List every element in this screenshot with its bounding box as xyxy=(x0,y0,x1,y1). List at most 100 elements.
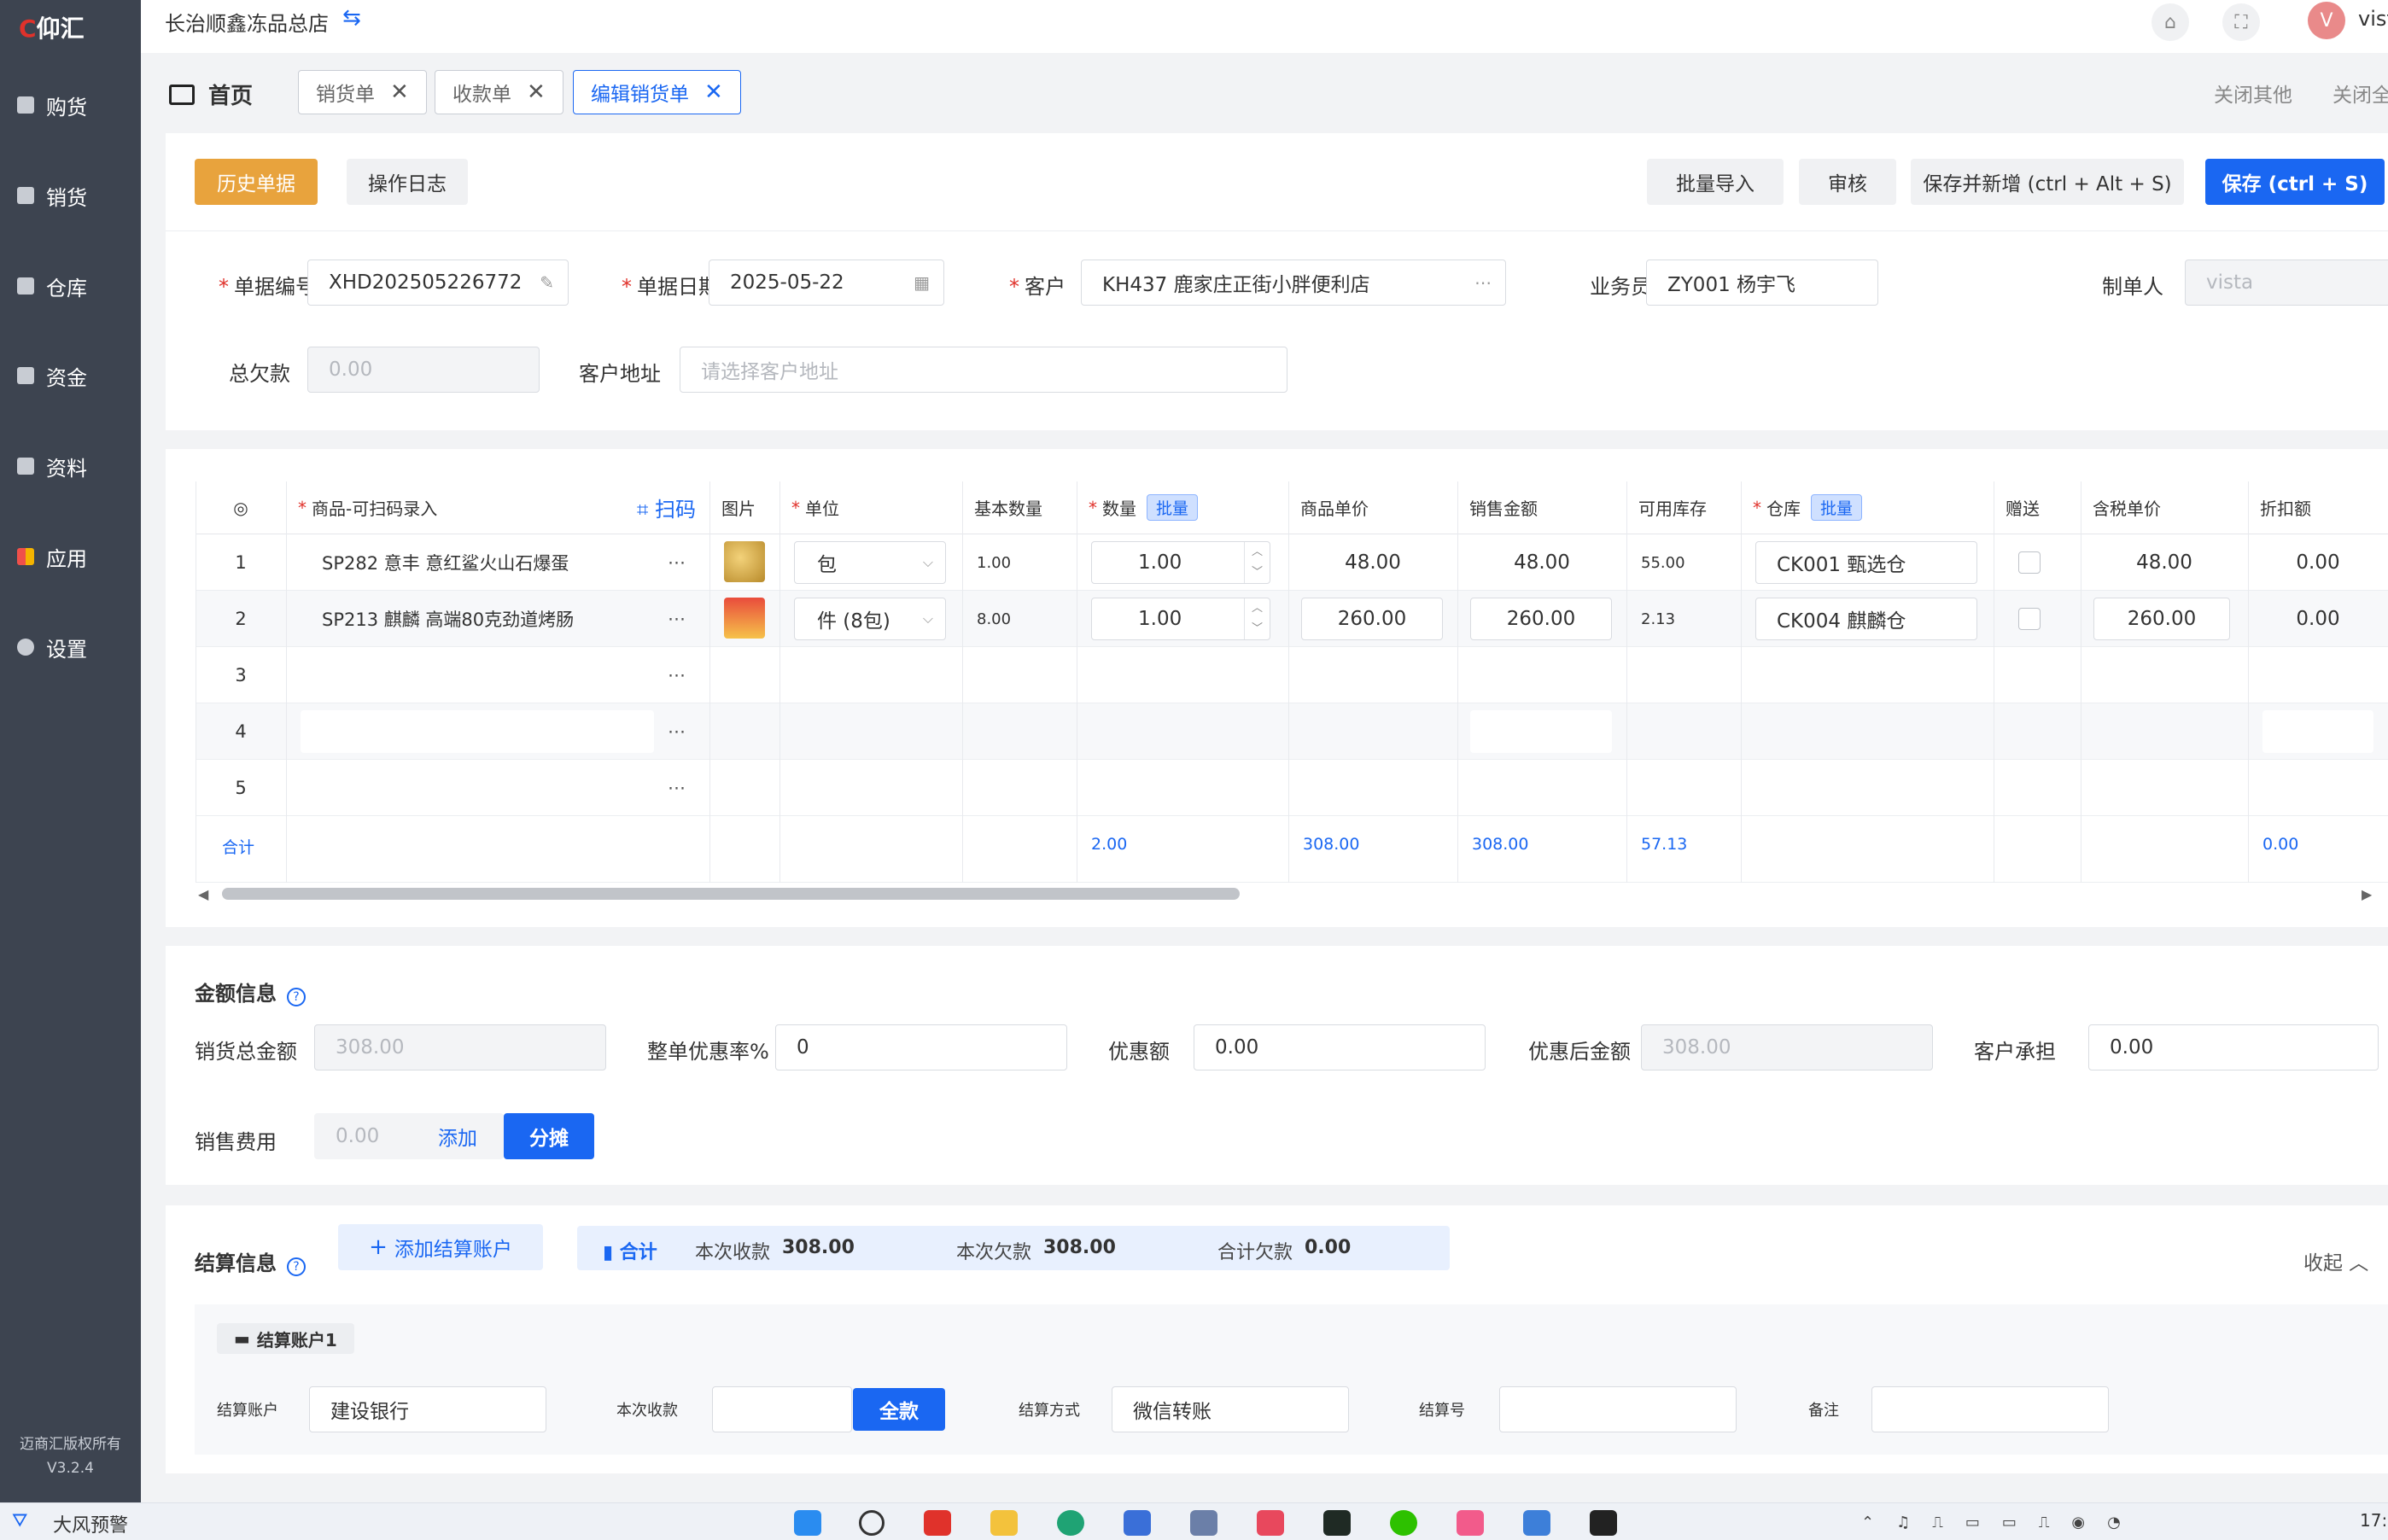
edit-icon[interactable]: ✎ xyxy=(540,272,554,293)
stepper-arrows-icon[interactable]: ︿ ﹀ xyxy=(1244,598,1270,639)
sidebar-item-apps[interactable]: 应用 xyxy=(0,531,141,582)
app-icon[interactable] xyxy=(1257,1510,1284,1536)
settle-no-input[interactable] xyxy=(1499,1386,1737,1432)
sidebar-item-funds[interactable]: 资金 xyxy=(0,350,141,401)
product-cell[interactable]: SP213 麒麟 高端80克劲道烤肠 xyxy=(322,591,574,647)
sidebar-item-data[interactable]: 资料 xyxy=(0,440,141,492)
discount-input[interactable] xyxy=(2262,710,2373,753)
tax-price-cell[interactable]: 48.00 xyxy=(2081,534,2248,591)
app-taskbar-icon[interactable] xyxy=(924,1510,951,1536)
unit-price-input[interactable]: 260.00 xyxy=(1301,598,1443,640)
save-and-new-button[interactable]: 保存并新增 (ctrl + Alt + S) xyxy=(1911,159,2184,205)
user-name[interactable]: vista xyxy=(2358,7,2388,31)
remark-input[interactable] xyxy=(1871,1386,2109,1432)
avatar[interactable]: V xyxy=(2308,2,2345,39)
close-icon[interactable]: ✕ xyxy=(704,79,723,105)
gift-checkbox[interactable] xyxy=(2018,608,2041,630)
folder-icon[interactable] xyxy=(990,1510,1018,1536)
unit-price-cell[interactable]: 48.00 xyxy=(1288,534,1457,591)
full-amount-button[interactable]: 全款 xyxy=(853,1388,945,1431)
app-icon[interactable] xyxy=(1323,1510,1351,1536)
gift-checkbox[interactable] xyxy=(2018,551,2041,574)
system-tray[interactable]: ⌃♫⎍▭▭⎍◉◔ xyxy=(1861,1514,2203,1532)
salesman-field[interactable]: ZY001 杨宇飞 xyxy=(1646,260,1878,306)
weather-alert[interactable]: 大风预警 xyxy=(53,1510,128,1537)
close-others-link[interactable]: 关闭其他 xyxy=(2214,79,2292,108)
amount-input[interactable] xyxy=(1470,710,1612,753)
close-all-link[interactable]: 关闭全 xyxy=(2333,79,2388,108)
qty-stepper[interactable]: 1.00 ︿ ﹀ xyxy=(1091,541,1270,584)
tab-edit-sales-order[interactable]: 编辑销货单 ✕ xyxy=(573,70,741,114)
amount-cell[interactable]: 48.00 xyxy=(1457,534,1626,591)
split-button[interactable]: 分摊 xyxy=(504,1113,594,1159)
start-icon[interactable] xyxy=(794,1510,821,1536)
customer-field[interactable]: KH437 鹿家庄正街小胖便利店 ⋯ xyxy=(1081,260,1506,306)
sidebar-item-sales[interactable]: 销货 xyxy=(0,170,141,221)
product-cell[interactable]: SP282 意丰 意红鲨火山石爆蛋 xyxy=(322,534,569,591)
batch-warehouse-button[interactable]: 批量 xyxy=(1811,494,1863,521)
search-icon[interactable] xyxy=(859,1510,885,1536)
home-icon[interactable]: ⌂ xyxy=(2152,3,2189,41)
close-icon[interactable]: ✕ xyxy=(527,79,546,105)
stepper-arrows-icon[interactable]: ︿ ﹀ xyxy=(1244,542,1270,583)
calendar-icon[interactable]: ▦ xyxy=(914,272,930,293)
scroll-right-icon[interactable]: ▶ xyxy=(2362,886,2379,903)
product-input[interactable] xyxy=(301,710,654,753)
warehouse-select[interactable]: CK001 甄选仓 xyxy=(1755,541,1977,584)
product-image[interactable] xyxy=(724,541,765,582)
tab-receipt[interactable]: 收款单 ✕ xyxy=(435,70,563,114)
amount-input[interactable]: 260.00 xyxy=(1470,598,1612,640)
notepad-icon[interactable] xyxy=(1523,1510,1550,1536)
discount-cell[interactable]: 0.00 xyxy=(2248,591,2388,647)
address-select[interactable]: 请选择客户地址 xyxy=(680,347,1287,393)
horizontal-scrollbar[interactable] xyxy=(222,888,1240,900)
batch-import-button[interactable]: 批量导入 xyxy=(1647,159,1784,205)
app-icon[interactable] xyxy=(1590,1510,1617,1536)
store-icon[interactable] xyxy=(1124,1510,1151,1536)
more-icon[interactable]: ⋯ xyxy=(668,647,686,703)
discount-input[interactable]: 0.00 xyxy=(1194,1024,1486,1070)
customer-bear-input[interactable]: 0.00 xyxy=(2088,1024,2379,1070)
method-select[interactable]: 微信转账 xyxy=(1112,1386,1349,1432)
clock[interactable]: 17: xyxy=(2360,1510,2387,1531)
more-icon[interactable]: ⋯ xyxy=(1474,272,1492,293)
help-icon[interactable]: ? xyxy=(287,1257,306,1276)
close-icon[interactable]: ✕ xyxy=(390,79,409,105)
operation-log-button[interactable]: 操作日志 xyxy=(347,159,468,205)
weather-icon[interactable]: ⛛ xyxy=(12,1510,27,1531)
app-icon[interactable] xyxy=(1457,1510,1484,1536)
doc-no-field[interactable]: XHD202505226772 ✎ xyxy=(307,260,569,306)
help-icon[interactable]: ? xyxy=(287,988,306,1006)
discount-cell[interactable]: 0.00 xyxy=(2248,534,2388,591)
fullscreen-icon[interactable]: ⛶ xyxy=(2222,3,2260,41)
unit-select[interactable]: 包 ⌵ xyxy=(794,541,946,584)
more-icon[interactable]: ⋯ xyxy=(668,591,686,647)
more-icon[interactable]: ⋯ xyxy=(668,703,686,760)
mail-icon[interactable] xyxy=(1190,1510,1217,1536)
scan-button[interactable]: ⌗ 扫码 xyxy=(637,493,696,522)
switch-store-icon[interactable]: ⇆ xyxy=(342,5,361,31)
wechat-icon[interactable] xyxy=(1390,1510,1417,1536)
tab-home[interactable]: 首页 xyxy=(169,79,253,110)
more-icon[interactable]: ⋯ xyxy=(668,534,686,591)
edge-icon[interactable] xyxy=(1057,1510,1084,1536)
add-fee-button[interactable]: 添加 xyxy=(438,1122,477,1151)
tab-sales-order[interactable]: 销货单 ✕ xyxy=(298,70,427,114)
account-select[interactable]: 建设银行 xyxy=(309,1386,546,1432)
column-settings-icon[interactable]: ◎ xyxy=(196,481,286,534)
discount-rate-input[interactable]: 0 xyxy=(775,1024,1067,1070)
unit-select[interactable]: 件 (8包) ⌵ xyxy=(794,598,946,640)
tax-price-input[interactable]: 260.00 xyxy=(2093,598,2230,640)
batch-qty-button[interactable]: 批量 xyxy=(1147,494,1199,521)
receive-input[interactable] xyxy=(712,1386,852,1432)
date-field[interactable]: 2025-05-22 ▦ xyxy=(709,260,944,306)
add-account-button[interactable]: + 添加结算账户 xyxy=(338,1224,543,1270)
history-button[interactable]: 历史单据 xyxy=(195,159,318,205)
warehouse-select[interactable]: CK004 麒麟仓 xyxy=(1755,598,1977,640)
more-icon[interactable]: ⋯ xyxy=(668,760,686,816)
collapse-button[interactable]: 收起 ︿ xyxy=(2303,1246,2368,1275)
qty-stepper[interactable]: 1.00 ︿ ﹀ xyxy=(1091,598,1270,640)
sidebar-item-warehouse[interactable]: 仓库 xyxy=(0,260,141,312)
audit-button[interactable]: 审核 xyxy=(1799,159,1896,205)
product-image[interactable] xyxy=(724,598,765,639)
